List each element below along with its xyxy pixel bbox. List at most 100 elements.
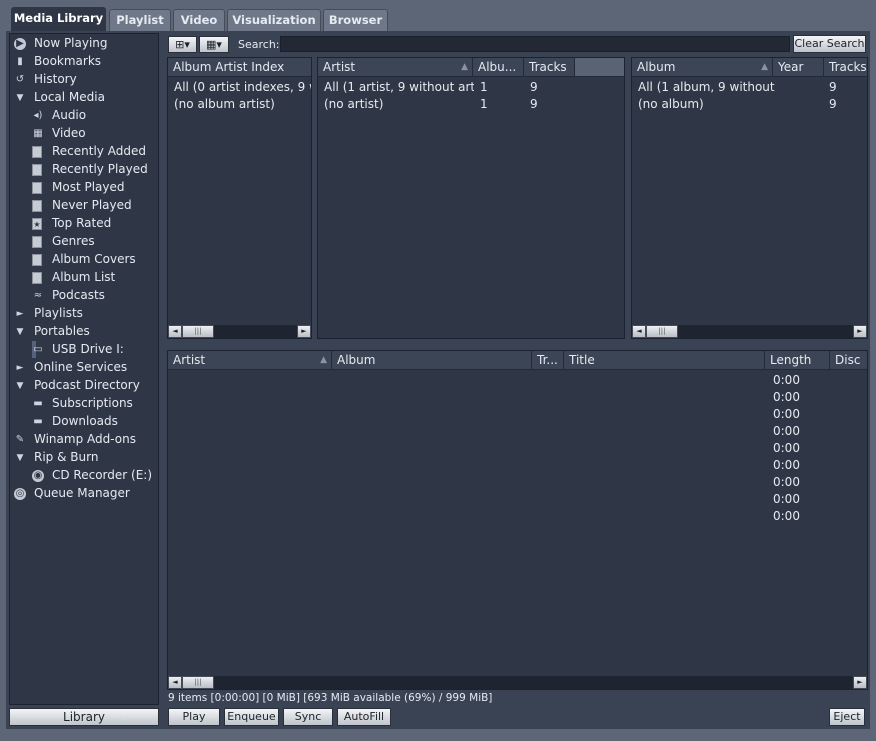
- track-list[interactable]: Artist ▲ Album Tr... Title Length Disc 0:…: [167, 350, 868, 690]
- usb-drive-icon: ▭: [33, 344, 43, 355]
- sidebar-item-label: Portables: [34, 324, 90, 338]
- sidebar-item-label: History: [34, 72, 77, 86]
- sidebar-item-label: Recently Added: [52, 144, 146, 158]
- album-pane[interactable]: Album ▲ Year Tracks All (1 album, 9 witho…: [631, 57, 868, 339]
- list-item[interactable]: (no album artist): [174, 96, 311, 113]
- sidebar-item-usb-drive-i[interactable]: ▭ USB Drive I:: [32, 341, 124, 358]
- table-row[interactable]: 0:00: [168, 491, 867, 508]
- horizontal-scrollbar[interactable]: ◄ ||| ►: [168, 676, 867, 689]
- scroll-thumb[interactable]: |||: [182, 676, 214, 689]
- folder-icon: ▬: [33, 416, 43, 427]
- column-header-year[interactable]: Year: [773, 58, 824, 77]
- artist-pane[interactable]: Artist ▲ Albu... Tracks All (1 artist, 9 …: [317, 57, 625, 339]
- sidebar-item-label: Never Played: [52, 198, 132, 212]
- sidebar-item-label: Video: [52, 126, 86, 140]
- album-artist-pane[interactable]: Album Artist Index All (0 artist indexes…: [167, 57, 312, 339]
- history-icon: ↺: [15, 74, 25, 85]
- column-header-tracks[interactable]: Tracks: [824, 58, 867, 77]
- track-length: 0:00: [773, 475, 800, 489]
- play-button[interactable]: Play: [168, 708, 220, 726]
- collapsed-arrow-icon: ►: [16, 363, 24, 373]
- document-icon: [32, 164, 42, 176]
- sidebar-item-label: Podcasts: [52, 288, 105, 302]
- column-header-length[interactable]: Length: [765, 351, 830, 370]
- sidebar-item-label: Most Played: [52, 180, 125, 194]
- document-icon: [32, 272, 42, 284]
- scroll-left-button[interactable]: ◄: [168, 676, 182, 689]
- column-header-artist[interactable]: Artist ▲: [168, 351, 332, 370]
- list-item-tracks: 9: [530, 80, 538, 94]
- track-length: 0:00: [773, 373, 800, 387]
- column-header-filler: [575, 58, 624, 77]
- column-header-album[interactable]: Album ▲: [632, 58, 773, 77]
- star-document-icon: ★: [32, 218, 42, 230]
- list-item[interactable]: (no album): [638, 96, 778, 113]
- table-row[interactable]: 0:00: [168, 474, 867, 491]
- tab-visualization[interactable]: Visualization: [227, 9, 321, 31]
- track-length: 0:00: [773, 424, 800, 438]
- sidebar-item-label: Recently Played: [52, 162, 148, 176]
- scroll-left-button[interactable]: ◄: [632, 325, 646, 338]
- folder-icon: ▬: [33, 398, 43, 409]
- list-item-tracks: 9: [530, 97, 538, 111]
- sidebar-item-label: Genres: [52, 234, 95, 248]
- table-row[interactable]: 0:00: [168, 508, 867, 525]
- horizontal-scrollbar[interactable]: ◄ ||| ►: [168, 325, 311, 338]
- scroll-right-button[interactable]: ►: [297, 325, 311, 338]
- collapsed-arrow-icon: ►: [16, 309, 24, 319]
- bookmark-icon: ▮: [17, 56, 23, 67]
- cd-icon: ◉: [32, 470, 44, 482]
- eject-button[interactable]: Eject: [829, 708, 865, 726]
- expand-arrow-icon: ▼: [16, 327, 24, 337]
- clear-search-button[interactable]: Clear Search: [793, 35, 866, 53]
- film-icon: ▦: [33, 128, 43, 139]
- list-item[interactable]: All (1 album, 9 without ...: [638, 79, 778, 96]
- column-header-tracks[interactable]: Tracks: [524, 58, 575, 77]
- column-header-artist[interactable]: Artist ▲: [318, 58, 473, 77]
- column-header-title[interactable]: Title: [564, 351, 765, 370]
- enqueue-button[interactable]: Enqueue: [224, 708, 279, 726]
- track-length: 0:00: [773, 509, 800, 523]
- table-row[interactable]: 0:00: [168, 423, 867, 440]
- column-header-track-number[interactable]: Tr...: [532, 351, 564, 370]
- table-row[interactable]: 0:00: [168, 372, 867, 389]
- expand-arrow-icon: ▼: [16, 453, 24, 463]
- table-row[interactable]: 0:00: [168, 406, 867, 423]
- search-input[interactable]: [280, 36, 790, 52]
- sidebar-item-label: Queue Manager: [34, 486, 130, 500]
- document-icon: [32, 146, 42, 158]
- horizontal-scrollbar[interactable]: ◄ ||| ►: [632, 325, 867, 338]
- list-item-albums: 1: [480, 97, 488, 111]
- list-item[interactable]: All (1 artist, 9 without artist): [324, 79, 474, 96]
- tab-media-library[interactable]: Media Library: [11, 7, 106, 32]
- sidebar-item-label: Local Media: [34, 90, 105, 104]
- scroll-right-button[interactable]: ►: [853, 676, 867, 689]
- column-header-disc[interactable]: Disc: [830, 351, 867, 370]
- list-item[interactable]: (no artist): [324, 96, 474, 113]
- autofill-button[interactable]: AutoFill: [337, 708, 391, 726]
- sidebar-item-label: Album Covers: [52, 252, 136, 266]
- table-row[interactable]: 0:00: [168, 440, 867, 457]
- sidebar-item-label: Podcast Directory: [34, 378, 140, 392]
- tab-video[interactable]: Video: [173, 9, 225, 31]
- sort-arrow-icon: ▲: [320, 355, 327, 365]
- document-icon: [32, 182, 42, 194]
- sync-button[interactable]: Sync: [283, 708, 333, 726]
- column-header-album[interactable]: Album: [332, 351, 532, 370]
- table-row[interactable]: 0:00: [168, 389, 867, 406]
- columns-button[interactable]: ▦▾: [199, 36, 229, 53]
- table-row[interactable]: 0:00: [168, 457, 867, 474]
- track-length: 0:00: [773, 390, 800, 404]
- column-header-album-artist-index[interactable]: Album Artist Index: [168, 58, 311, 77]
- list-item-albums: 1: [480, 80, 488, 94]
- scroll-right-button[interactable]: ►: [853, 325, 867, 338]
- column-header-albums[interactable]: Albu...: [473, 58, 524, 77]
- scroll-thumb[interactable]: |||: [182, 325, 214, 338]
- view-mode-button[interactable]: ⊞▾: [168, 36, 197, 53]
- list-item[interactable]: All (0 artist indexes, 9 without album a…: [174, 79, 311, 96]
- library-button[interactable]: Library: [9, 708, 159, 726]
- tab-playlist[interactable]: Playlist: [109, 9, 171, 31]
- scroll-thumb[interactable]: |||: [646, 325, 678, 338]
- scroll-left-button[interactable]: ◄: [168, 325, 182, 338]
- tab-browser[interactable]: Browser: [323, 9, 388, 31]
